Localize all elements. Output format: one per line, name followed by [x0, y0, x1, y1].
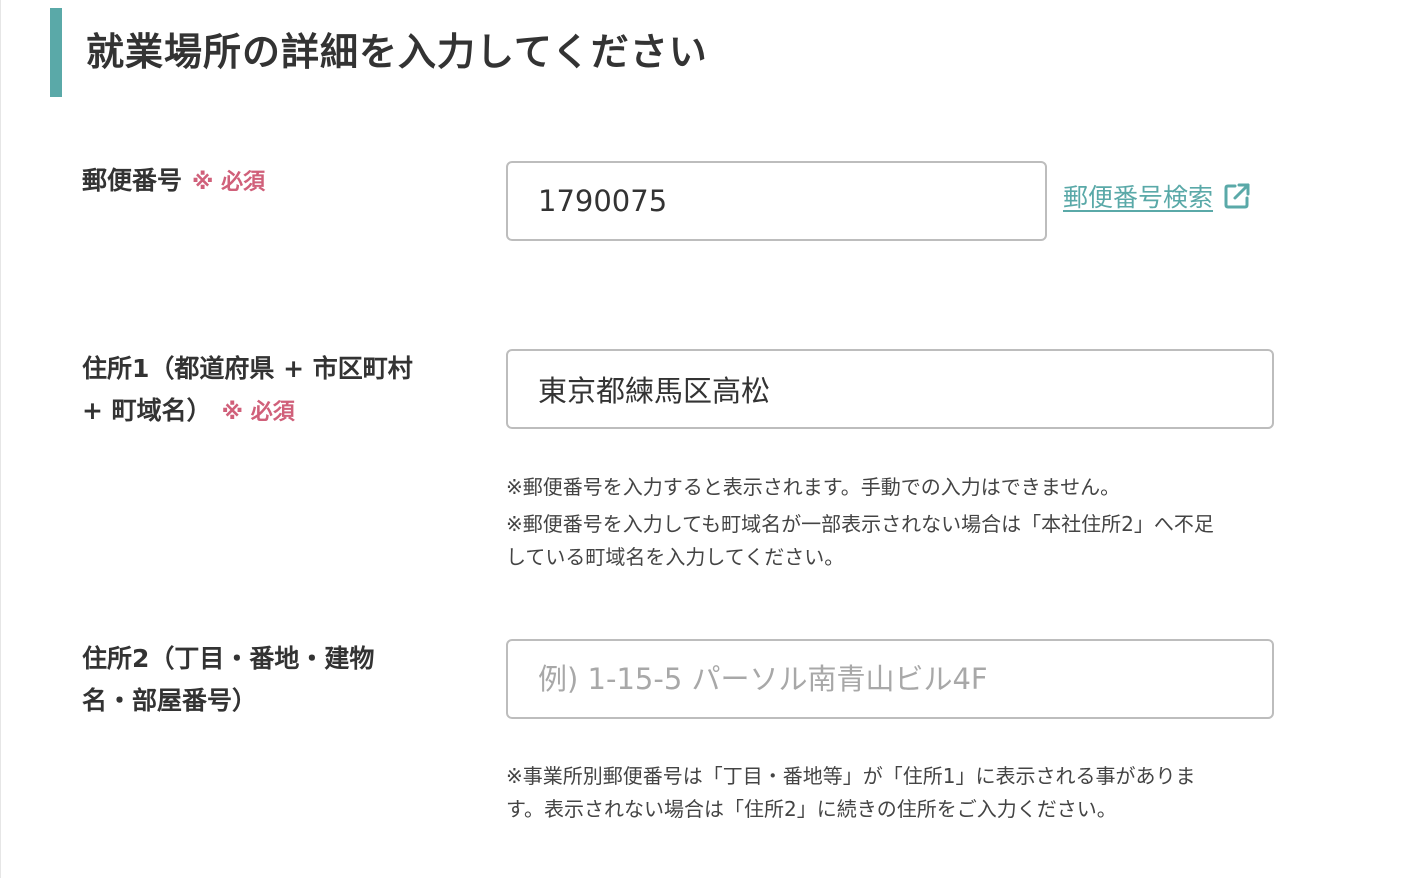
address2-note-line1: ※事業所別郵便番号は「丁目・番地等」が「住所1」に表示される事がありま — [506, 764, 1196, 788]
address2-notes: ※事業所別郵便番号は「丁目・番地等」が「住所1」に表示される事がありま す。表示… — [506, 760, 1266, 826]
required-badge: ※ 必須 — [192, 170, 266, 195]
address1-label: 住所1（都道府県 + 市区町村 + 町域名） ※ 必須 — [82, 348, 462, 434]
section-title: 就業場所の詳細を入力してください — [86, 30, 708, 74]
heading-accent-bar — [50, 8, 62, 97]
postal-code-label: 郵便番号 ※ 必須 — [82, 160, 462, 204]
postal-code-input[interactable] — [506, 161, 1047, 241]
address2-label-line2: 名・部屋番号） — [82, 686, 258, 715]
address2-note-line2: す。表示されない場合は「住所2」に続きの住所をご入力ください。 — [506, 797, 1117, 821]
address1-label-line1: 住所1（都道府県 + 市区町村 — [82, 354, 413, 383]
address1-input[interactable] — [506, 349, 1274, 429]
required-badge: ※ 必須 — [221, 400, 295, 425]
postal-code-label-text: 郵便番号 — [82, 166, 183, 195]
external-link-icon — [1224, 183, 1250, 209]
address1-notes: ※郵便番号を入力すると表示されます。手動での入力はできません。 ※郵便番号を入力… — [506, 471, 1266, 574]
address1-note1: ※郵便番号を入力すると表示されます。手動での入力はできません。 — [506, 475, 1121, 499]
address2-label: 住所2（丁目・番地・建物 名・部屋番号） — [82, 638, 462, 722]
address1-label-line2: + 町域名） — [82, 396, 212, 425]
postal-code-search-link-text: 郵便番号検索 — [1063, 183, 1214, 212]
address1-label-line2-row: + 町域名） ※ 必須 — [82, 390, 462, 434]
address1-note2-line1: ※郵便番号を入力しても町域名が一部表示されない場合は「本社住所2」へ不足 — [506, 512, 1214, 536]
section-heading: 就業場所の詳細を入力してください — [50, 8, 708, 97]
page-edge — [0, 0, 1, 878]
address1-note2-line2: している町域名を入力してください。 — [506, 545, 845, 569]
postal-code-search-link[interactable]: 郵便番号検索 — [1063, 178, 1251, 214]
address2-label-line1: 住所2（丁目・番地・建物 — [82, 644, 375, 673]
address2-input[interactable] — [506, 639, 1274, 719]
